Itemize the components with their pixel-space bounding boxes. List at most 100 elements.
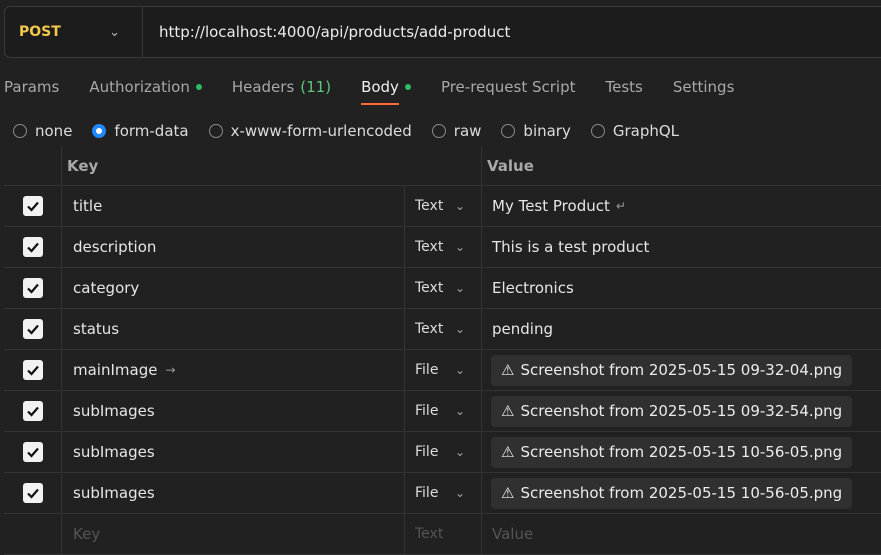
radio-graphql[interactable]: GraphQL	[590, 122, 679, 140]
radio-circle-icon	[208, 124, 223, 138]
check-cell	[4, 432, 62, 472]
file-chip[interactable]: ⚠ Screenshot from 2025-05-15 09-32-04.png	[491, 354, 853, 386]
column-header-key: Key	[62, 146, 482, 185]
type-select[interactable]: Text ⌄	[405, 309, 482, 349]
value-cell[interactable]: pending	[482, 309, 881, 349]
tab-label: Tests	[605, 78, 643, 96]
key-cell[interactable]: subImages	[62, 432, 405, 472]
request-tabs: Params Authorization Headers (11) Body Pr…	[4, 76, 764, 105]
value-placeholder[interactable]: Value	[482, 514, 881, 554]
key-cell[interactable]: description	[62, 227, 405, 267]
radio-binary[interactable]: binary	[501, 122, 571, 140]
tab-settings[interactable]: Settings	[673, 78, 735, 96]
warning-icon: ⚠	[501, 402, 515, 420]
key-text: description	[73, 238, 157, 256]
value-cell[interactable]: Electronics	[482, 268, 881, 308]
type-select[interactable]: File ⌄	[405, 432, 482, 472]
value-cell[interactable]: ⚠ Screenshot from 2025-05-15 10-56-05.png	[482, 473, 881, 513]
tab-label: Headers	[231, 78, 295, 96]
file-name: Screenshot from 2025-05-15 09-32-54.png	[520, 402, 843, 420]
chevron-down-icon: ⌄	[109, 24, 120, 40]
type-select[interactable]: Text ⌄	[405, 227, 482, 267]
url-input[interactable]: http://localhost:4000/api/products/add-p…	[143, 23, 510, 41]
table-row: subImages File ⌄ ⚠ Screenshot from 2025-05-1…	[4, 432, 881, 473]
tab-params[interactable]: Params	[4, 78, 59, 96]
key-placeholder[interactable]: Key	[62, 514, 405, 554]
key-cell[interactable]: subImages	[62, 473, 405, 513]
table-row: description Text ⌄ This is a test product	[4, 227, 881, 268]
method-select[interactable]: POST ⌄	[5, 7, 143, 57]
type-label: Text	[415, 239, 444, 255]
key-cell[interactable]: category	[62, 268, 405, 308]
row-checkbox[interactable]	[22, 401, 43, 421]
type-placeholder[interactable]: Text	[405, 514, 482, 554]
row-checkbox[interactable]	[22, 483, 43, 503]
active-dot-icon	[195, 84, 202, 90]
tab-label: Body	[361, 78, 399, 96]
check-icon	[26, 365, 39, 376]
table-row: status Text ⌄ pending	[4, 309, 881, 350]
row-checkbox[interactable]	[22, 319, 43, 339]
value-cell[interactable]: ⚠ Screenshot from 2025-05-15 10-56-05.png	[482, 432, 881, 472]
file-chip[interactable]: ⚠ Screenshot from 2025-05-15 10-56-05.png	[491, 436, 853, 468]
check-cell	[4, 473, 62, 513]
type-select[interactable]: Text ⌄	[405, 186, 482, 226]
header-check-cell	[4, 146, 62, 185]
type-label: File	[415, 403, 439, 419]
row-checkbox[interactable]	[22, 360, 43, 380]
row-checkbox[interactable]	[22, 196, 43, 216]
active-dot-icon	[404, 84, 411, 90]
type-select[interactable]: File ⌄	[405, 350, 482, 390]
type-label: File	[415, 362, 439, 378]
radio-label: binary	[523, 122, 571, 140]
value-cell[interactable]: This is a test product	[482, 227, 881, 267]
table-row: subImages File ⌄ ⚠ Screenshot from 2025-05-1…	[4, 473, 881, 514]
row-checkbox[interactable]	[22, 237, 43, 257]
value-cell[interactable]: My Test Product ↵	[482, 186, 881, 226]
radio-none[interactable]: none	[13, 122, 72, 140]
row-checkbox[interactable]	[22, 442, 43, 462]
table-row: subImages File ⌄ ⚠ Screenshot from 2025-05-1…	[4, 391, 881, 432]
table-row: category Text ⌄ Electronics	[4, 268, 881, 309]
table-header: Key Value	[4, 146, 881, 186]
radio-circle-icon	[431, 124, 446, 138]
value-text: pending	[492, 320, 553, 338]
type-select[interactable]: File ⌄	[405, 473, 482, 513]
key-cell[interactable]: title	[62, 186, 405, 226]
warning-icon: ⚠	[501, 484, 515, 502]
tab-label: Pre-request Script	[440, 78, 576, 96]
type-select[interactable]: File ⌄	[405, 391, 482, 431]
radio-selected-icon	[92, 124, 107, 138]
type-label: File	[415, 485, 439, 501]
key-cell[interactable]: mainImage →	[62, 350, 405, 390]
placeholder-check-cell	[4, 514, 62, 554]
file-chip[interactable]: ⚠ Screenshot from 2025-05-15 10-56-05.png	[491, 477, 853, 509]
radio-circle-icon	[501, 124, 516, 138]
file-chip[interactable]: ⚠ Screenshot from 2025-05-15 09-32-54.png	[491, 395, 853, 427]
radio-x-www-form-urlencoded[interactable]: x-www-form-urlencoded	[208, 122, 412, 140]
radio-raw[interactable]: raw	[431, 122, 482, 140]
value-cell[interactable]: ⚠ Screenshot from 2025-05-15 09-32-54.png	[482, 391, 881, 431]
value-cell[interactable]: ⚠ Screenshot from 2025-05-15 09-32-04.png	[482, 350, 881, 390]
type-select[interactable]: Text ⌄	[405, 268, 482, 308]
row-checkbox[interactable]	[22, 278, 43, 298]
tab-pre-request-script[interactable]: Pre-request Script	[441, 78, 576, 96]
table-row: mainImage → File ⌄ ⚠ Screenshot from 2025-05-…	[4, 350, 881, 391]
key-text: category	[73, 279, 140, 297]
tab-body[interactable]: Body	[361, 78, 411, 105]
check-icon	[26, 324, 39, 335]
tab-tests[interactable]: Tests	[606, 78, 643, 96]
tab-headers[interactable]: Headers (11)	[232, 78, 331, 96]
key-cell[interactable]: status	[62, 309, 405, 349]
chevron-down-icon: ⌄	[454, 199, 465, 213]
radio-label: raw	[453, 122, 482, 140]
key-text: mainImage	[73, 361, 158, 379]
file-name: Screenshot from 2025-05-15 10-56-05.png	[520, 443, 843, 461]
key-cell[interactable]: subImages	[62, 391, 405, 431]
radio-circle-icon	[13, 124, 27, 138]
chevron-down-icon: ⌄	[454, 363, 465, 377]
check-cell	[4, 309, 62, 349]
return-icon: ↵	[615, 199, 626, 213]
tab-authorization[interactable]: Authorization	[89, 78, 202, 96]
radio-form-data[interactable]: form-data	[92, 122, 189, 140]
